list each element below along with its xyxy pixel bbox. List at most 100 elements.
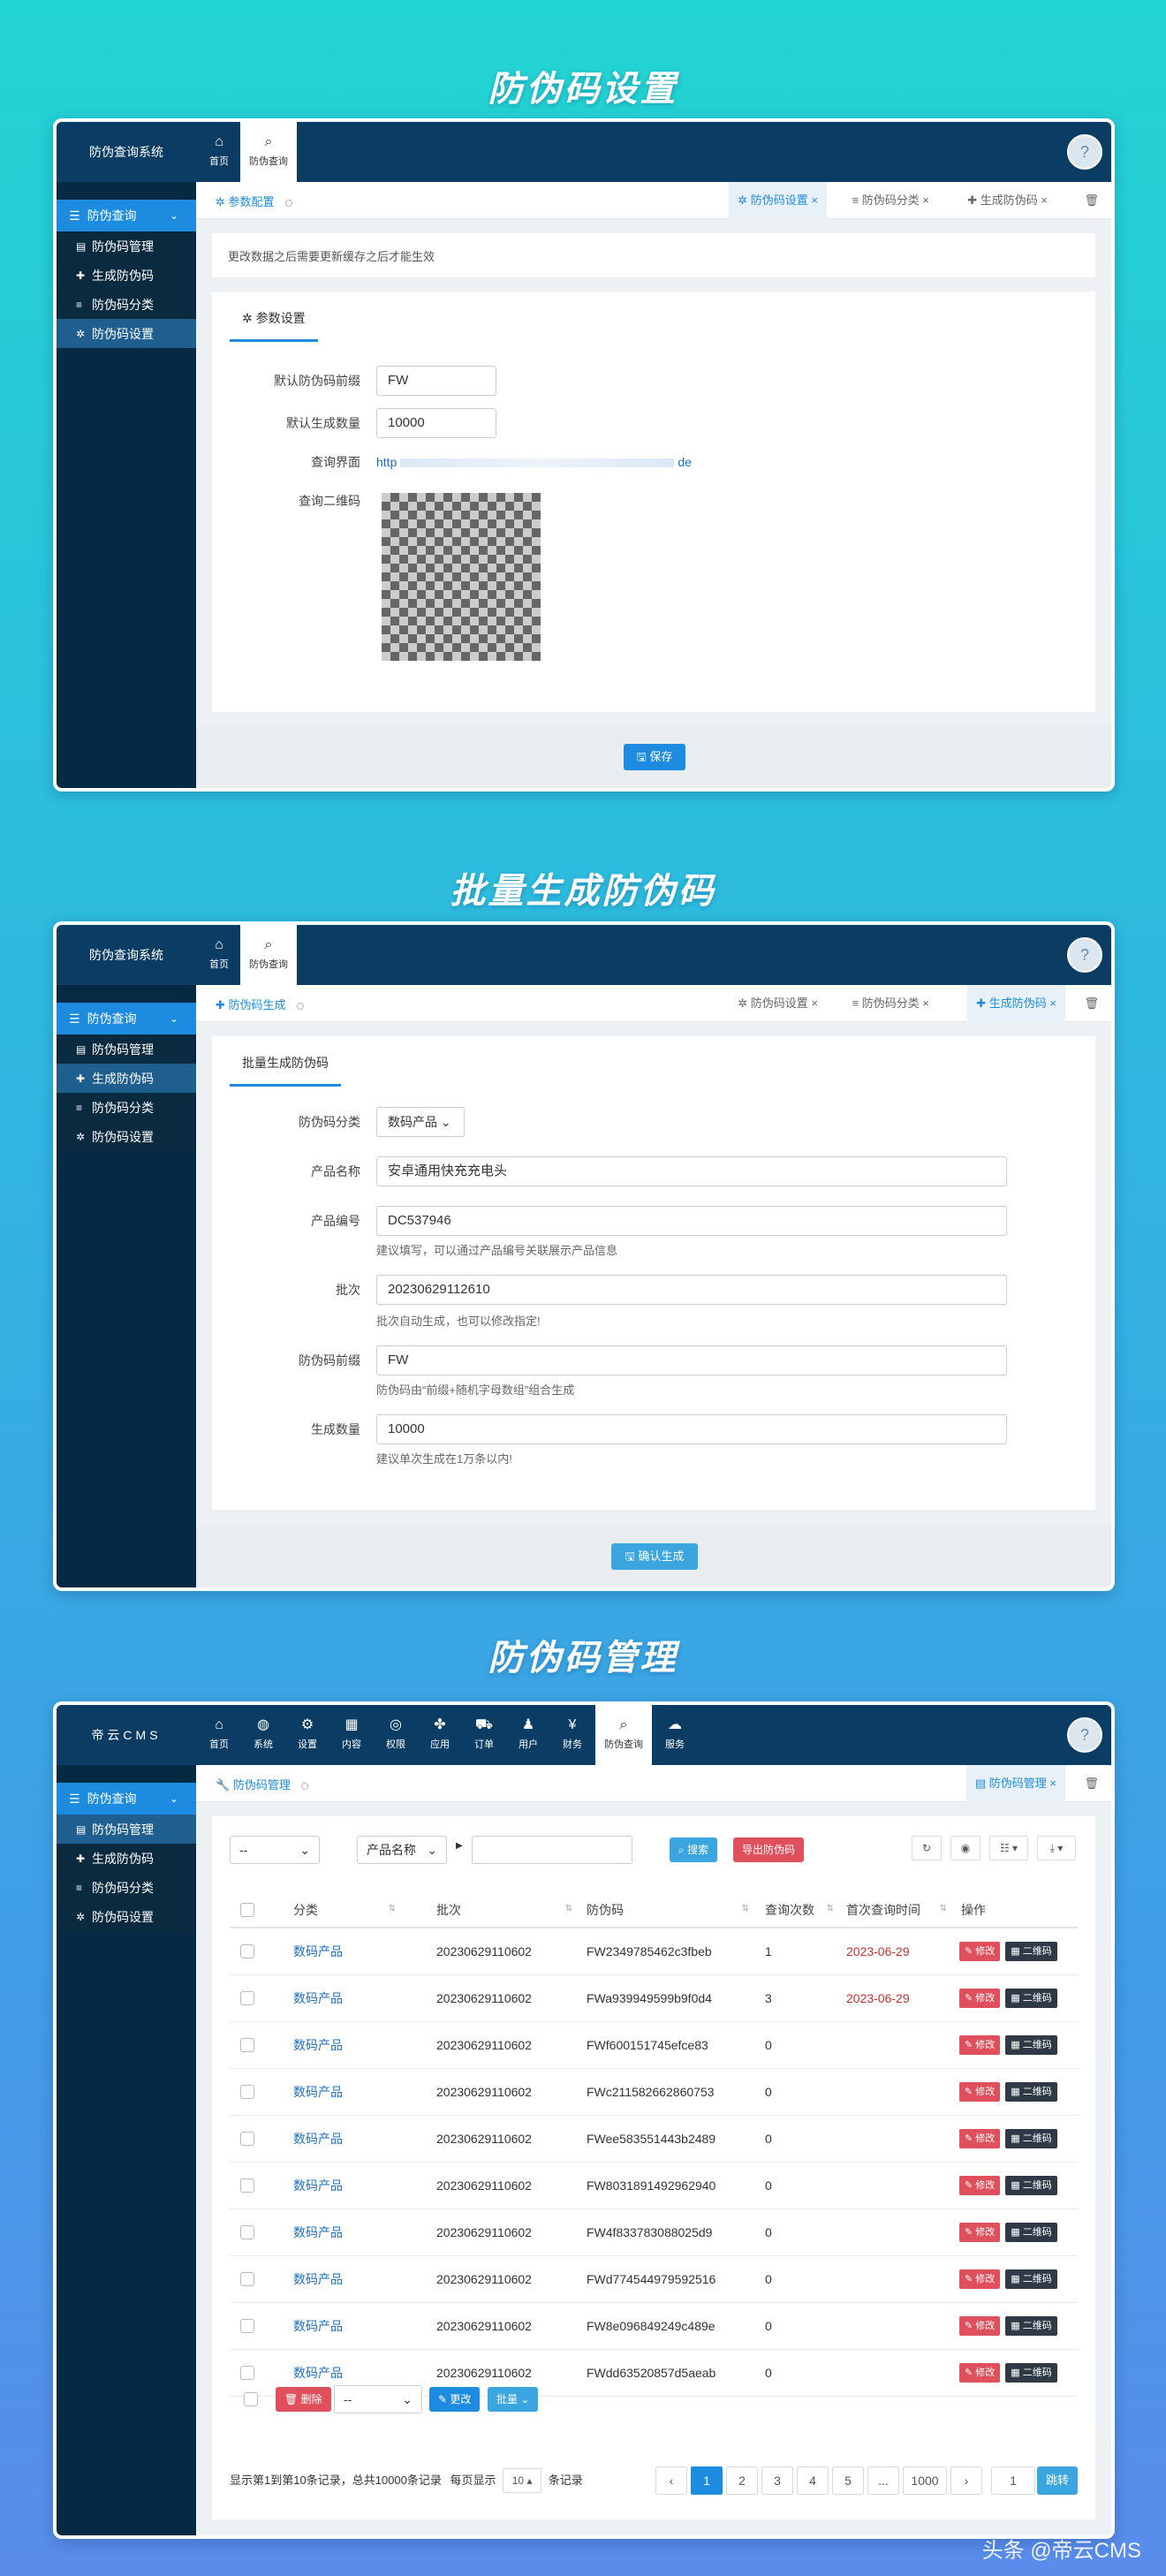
select-all-checkbox[interactable] <box>240 1903 254 1918</box>
category-link[interactable]: 数码产品 <box>293 1991 343 2005</box>
avatar[interactable]: ? <box>1067 134 1102 170</box>
column-header[interactable]: 分类 ⇅ <box>286 1892 401 1928</box>
table-row[interactable]: 数码产品 20230629110602 FW8031891492962940 0 ✎ 修… <box>230 2162 1078 2209</box>
tab-generate[interactable]: ✚ 生成防伪码 × <box>967 985 1065 1022</box>
page-button[interactable]: 5 <box>831 2466 864 2495</box>
tab-category[interactable]: ≡ 防伪码分类 × <box>844 985 938 1022</box>
table-row[interactable]: 数码产品 20230629110602 FW8e096849249c489e 0 ✎ 修… <box>230 2302 1078 2350</box>
tab-generate[interactable]: ✚ 生成防伪码 × <box>958 182 1056 219</box>
sidebar-item-category[interactable]: ≡ 防伪码分类 <box>57 1873 196 1902</box>
nav-home[interactable]: ⌂ 首页 <box>198 122 240 182</box>
row-checkbox[interactable] <box>240 2132 254 2147</box>
form-tab[interactable]: ✲ 参数设置 <box>230 309 318 342</box>
search-field-select[interactable]: 产品名称 ⌄ <box>357 1836 447 1864</box>
qr-button[interactable]: ▦ 二维码 <box>1005 2081 1057 2102</box>
search-button[interactable]: ⌕ 搜索 <box>670 1837 718 1862</box>
column-header[interactable]: 查询次数 ⇅ <box>754 1892 839 1928</box>
edit-button[interactable]: ✎ 修改 <box>959 2128 1001 2148</box>
search-input[interactable] <box>472 1836 632 1864</box>
quantity-input[interactable]: 10000 <box>376 408 496 438</box>
table-row[interactable]: 数码产品 20230629110602 FW2349785462c3fbeb 1 202… <box>230 1928 1078 1975</box>
tab-manage[interactable]: ▤ 防伪码管理 × <box>965 1765 1065 1802</box>
category-link[interactable]: 数码产品 <box>293 2272 343 2286</box>
edit-button[interactable]: ✎ 修改 <box>959 2081 1001 2102</box>
trash-icon[interactable]: 🗑 <box>1084 1777 1099 1791</box>
trash-icon[interactable]: 🗑 <box>1084 996 1099 1011</box>
sidebar-item-category[interactable]: ≡ 防伪码分类 <box>57 290 196 319</box>
qr-button[interactable]: ▦ 二维码 <box>1005 2269 1057 2289</box>
qr-button[interactable]: ▦ 二维码 <box>1005 1988 1057 2008</box>
sidebar-item-generate[interactable]: ✚ 生成防伪码 <box>57 1844 196 1873</box>
nav-item[interactable]: ▦ 内容 <box>330 1705 373 1765</box>
tab-current[interactable]: 🔧 防伪码管理 <box>216 1776 308 1792</box>
tab-current[interactable]: ✲ 参数配置 <box>216 193 292 209</box>
edit-button[interactable]: ✎ 修改 <box>959 1941 1001 1961</box>
table-row[interactable]: 数码产品 20230629110602 FWd774544979592516 0 ✎ 修… <box>230 2255 1078 2303</box>
quantity-input[interactable]: 10000 <box>376 1414 1007 1444</box>
bulk-checkbox[interactable] <box>244 2392 258 2406</box>
category-select[interactable]: 数码产品 ⌄ <box>376 1107 465 1137</box>
refresh-dot-icon[interactable] <box>300 1782 308 1790</box>
category-link[interactable]: 数码产品 <box>293 2178 343 2193</box>
row-checkbox[interactable] <box>240 2319 254 2334</box>
eye-icon[interactable]: ◉ <box>950 1836 980 1860</box>
column-header[interactable]: 首次查询时间 ⇅ <box>839 1892 952 1928</box>
nav-item[interactable]: ◍ 系统 <box>242 1705 284 1765</box>
sidebar-item-manage[interactable]: ▤ 防伪码管理 <box>57 1815 196 1844</box>
nav-item[interactable]: ¥ 财务 <box>551 1705 594 1765</box>
table-row[interactable]: 数码产品 20230629110602 FWa939949599b9f0d4 3 202… <box>230 1974 1078 2022</box>
sidebar-head[interactable]: ☰ 防伪查询 ⌄ <box>57 1003 203 1034</box>
category-link[interactable]: 数码产品 <box>293 2132 343 2146</box>
category-link[interactable]: 数码产品 <box>293 1944 343 1959</box>
row-checkbox[interactable] <box>240 2272 254 2287</box>
column-header[interactable]: 防伪码 ⇅ <box>578 1892 754 1928</box>
edit-button[interactable]: ✎ 修改 <box>959 2222 1001 2242</box>
download-icon[interactable]: ⤓ ▾ <box>1037 1836 1076 1860</box>
table-row[interactable]: 数码产品 20230629110602 FW4f833783088025d9 0 ✎ 修… <box>230 2209 1078 2256</box>
qr-button[interactable]: ▦ 二维码 <box>1005 2034 1057 2055</box>
sidebar-item-settings[interactable]: ✲ 防伪码设置 <box>57 319 196 348</box>
qr-button[interactable]: ▦ 二维码 <box>1005 2128 1057 2148</box>
sidebar-item-category[interactable]: ≡ 防伪码分类 <box>57 1093 196 1122</box>
form-tab[interactable]: 批量生成防伪码 <box>230 1054 341 1087</box>
row-checkbox[interactable] <box>240 1944 254 1959</box>
row-checkbox[interactable] <box>240 2178 254 2193</box>
nav-home[interactable]: ⌂ 首页 <box>198 925 240 985</box>
table-row[interactable]: 数码产品 20230629110602 FWee583551443b2489 0 ✎ 修… <box>230 2115 1078 2163</box>
category-link[interactable]: 数码产品 <box>293 2038 343 2052</box>
confirm-generate-button[interactable]: 🖫 确认生成 <box>611 1543 698 1570</box>
row-checkbox[interactable] <box>240 2085 254 2100</box>
column-header[interactable]: 批次 ⇅ <box>401 1892 578 1928</box>
per-page-select[interactable]: 10 ▴ <box>503 2468 542 2493</box>
page-button[interactable]: ‹ <box>655 2466 687 2495</box>
nav-anticounterfeit[interactable]: ⌕ 防伪查询 <box>240 925 297 985</box>
edit-button[interactable]: ✎ 修改 <box>959 2034 1001 2055</box>
sidebar-item-settings[interactable]: ✲ 防伪码设置 <box>57 1122 196 1151</box>
refresh-dot-icon[interactable] <box>296 1002 304 1010</box>
product-name-input[interactable]: 安卓通用快充充电头 <box>376 1156 1007 1186</box>
edit-button[interactable]: ✎ 修改 <box>959 2362 1001 2383</box>
nav-item[interactable]: ☁ 服务 <box>654 1705 696 1765</box>
category-link[interactable]: 数码产品 <box>293 2225 343 2239</box>
bulk-select[interactable]: -- ⌄ <box>334 2385 422 2413</box>
avatar[interactable]: ? <box>1067 937 1102 973</box>
qr-button[interactable]: ▦ 二维码 <box>1005 2175 1057 2195</box>
query-page-link[interactable]: http de <box>376 447 694 477</box>
columns-icon[interactable]: ☷ ▾ <box>989 1836 1028 1860</box>
delete-button[interactable]: 🗑 删除 <box>276 2387 331 2412</box>
jump-button[interactable]: 跳转 <box>1036 2466 1078 2495</box>
sidebar-item-manage[interactable]: ▤ 防伪码管理 <box>57 1034 196 1064</box>
nav-item[interactable]: ✤ 应用 <box>419 1705 461 1765</box>
batch-button[interactable]: 批量 ⌄ <box>488 2387 539 2412</box>
refresh-dot-icon[interactable] <box>284 199 292 207</box>
qr-button[interactable]: ▦ 二维码 <box>1005 2315 1057 2336</box>
nav-anticounterfeit[interactable]: ⌕ 防伪查询 <box>240 122 297 182</box>
edit-button[interactable]: ✎ 修改 <box>959 2175 1001 2195</box>
page-button[interactable]: 3 <box>761 2466 793 2495</box>
tab-category[interactable]: ≡ 防伪码分类 × <box>844 182 938 219</box>
prefix-input[interactable]: FW <box>376 366 496 396</box>
category-link[interactable]: 数码产品 <box>293 2085 343 2099</box>
nav-item[interactable]: ⚙ 设置 <box>286 1705 329 1765</box>
page-button[interactable]: 4 <box>796 2466 829 2495</box>
batch-input[interactable]: 20230629112610 <box>376 1275 1007 1305</box>
